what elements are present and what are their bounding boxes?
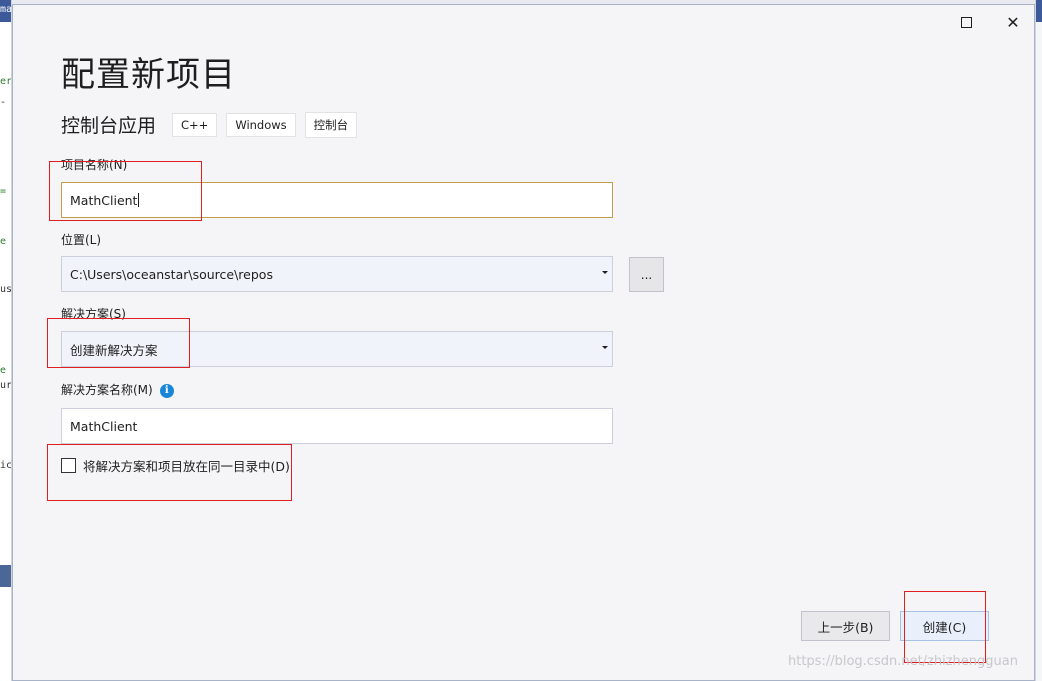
background-text: - xyxy=(0,97,7,108)
chevron-down-icon[interactable] xyxy=(602,346,608,349)
background-text: ur xyxy=(0,380,12,391)
browse-location-button[interactable]: ... xyxy=(629,257,664,292)
chevron-down-icon[interactable] xyxy=(602,271,608,274)
project-type-row: 控制台应用 C++ Windows 控制台 xyxy=(61,111,366,138)
project-name-value: MathClient xyxy=(70,192,138,208)
solution-value: 创建新解决方案 xyxy=(70,342,158,358)
background-text: ic xyxy=(0,460,12,471)
same-directory-checkbox[interactable] xyxy=(61,458,76,473)
solution-name-label-row: 解决方案名称(M) i xyxy=(61,381,174,398)
background-ide-left: ma er - = e us e ur ic xyxy=(0,0,12,681)
close-button[interactable]: ✕ xyxy=(1002,11,1024,33)
maximize-icon xyxy=(960,16,972,28)
tag-windows: Windows xyxy=(226,112,296,137)
location-combobox[interactable]: C:\Users\oceanstar\source\repos xyxy=(61,256,613,292)
page-title: 配置新项目 xyxy=(61,55,236,95)
project-name-label: 项目名称(N) xyxy=(61,158,128,172)
background-band xyxy=(0,565,11,587)
solution-label: 解决方案(S) xyxy=(61,307,126,321)
background-text: us xyxy=(0,284,12,295)
background-text: e xyxy=(0,365,7,376)
background-text: er xyxy=(0,76,12,87)
background-ide-right xyxy=(1035,0,1042,681)
background-titlebar xyxy=(1036,0,1042,22)
same-directory-label: 将解决方案和项目放在同一目录中(D) xyxy=(83,459,290,474)
location-label: 位置(L) xyxy=(61,233,102,247)
tag-cpp: C++ xyxy=(172,112,218,137)
info-icon[interactable]: i xyxy=(159,383,174,398)
same-directory-option[interactable]: 将解决方案和项目放在同一目录中(D) xyxy=(61,456,290,475)
location-value: C:\Users\oceanstar\source\repos xyxy=(70,266,273,282)
tag-console: 控制台 xyxy=(304,111,358,138)
solution-dropdown[interactable]: 创建新解决方案 xyxy=(61,331,613,367)
create-button[interactable]: 创建(C) xyxy=(900,611,989,641)
background-text: e xyxy=(0,236,7,247)
solution-name-label: 解决方案名称(M) xyxy=(61,383,153,397)
maximize-button[interactable] xyxy=(955,11,977,33)
configure-project-dialog: ✕ 配置新项目 控制台应用 C++ Windows 控制台 项目名称(N) Ma… xyxy=(12,4,1035,681)
project-type-title: 控制台应用 xyxy=(61,115,157,137)
watermark: https://blog.csdn.net/zhizhengguan xyxy=(788,654,1018,669)
text-cursor xyxy=(138,193,140,207)
back-button[interactable]: 上一步(B) xyxy=(801,611,890,641)
solution-name-input[interactable]: MathClient xyxy=(61,408,613,444)
solution-name-value: MathClient xyxy=(70,418,138,434)
background-text: = xyxy=(0,186,7,197)
project-name-input[interactable]: MathClient xyxy=(61,182,613,218)
close-icon: ✕ xyxy=(1006,12,1020,32)
background-text: ma xyxy=(0,4,12,15)
